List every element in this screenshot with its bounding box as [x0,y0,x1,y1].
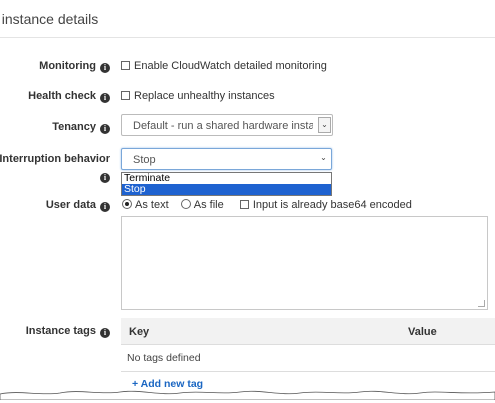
user-data-options: As text As file Input is already base64 … [122,199,412,211]
base64-checkbox[interactable] [239,200,249,209]
dropdown-option-stop[interactable]: Stop [122,184,331,195]
chevron-down-icon[interactable]: ⌄ [317,151,330,167]
info-icon[interactable]: i [100,202,110,212]
dropdown-option-terminate[interactable]: Terminate [122,173,331,184]
user-data-label: User data i [46,199,110,212]
tenancy-select[interactable]: Default - run a shared hardware instance… [121,114,333,136]
user-data-textarea[interactable] [121,216,488,310]
monitoring-checkbox-label: Enable CloudWatch detailed monitoring [134,60,327,72]
interruption-select-value: Stop [133,154,156,166]
info-icon[interactable]: i [100,93,110,103]
chevron-down-icon[interactable]: ⌄ [318,117,331,133]
section-header: t instance details [0,0,495,38]
section-title: t instance details [0,11,99,27]
health-check-checkbox[interactable] [121,91,130,100]
base64-label: Input is already base64 encoded [252,199,412,211]
interruption-dropdown-list[interactable]: Terminate Stop [121,172,332,196]
tenancy-select-value: Default - run a shared hardware instance [133,120,313,132]
torn-edge-bottom [0,390,495,400]
interruption-select[interactable]: Stop ⌄ [121,148,332,170]
health-check-checkbox-row[interactable]: Replace unhealthy instances [121,90,275,102]
info-icon[interactable]: i [100,328,110,338]
monitoring-checkbox-row[interactable]: Enable CloudWatch detailed monitoring [121,60,327,72]
column-header-value: Value [408,326,437,338]
tags-empty-text: No tags defined [127,352,201,364]
instance-tags-label: Instance tags i [26,325,110,338]
info-icon[interactable]: i [100,124,110,134]
interruption-label: Interruption behavior [0,153,110,165]
health-check-label: Health check i [28,90,110,103]
as-text-radio[interactable] [122,199,132,209]
info-icon[interactable]: i [100,63,110,73]
monitoring-checkbox[interactable] [121,61,130,70]
interruption-info: i [96,170,110,183]
resize-grip-icon[interactable] [478,300,485,307]
as-file-label: As file [193,199,224,211]
health-check-checkbox-label: Replace unhealthy instances [134,90,275,102]
column-header-key: Key [129,326,150,338]
tenancy-label: Tenancy i [52,121,110,134]
monitoring-label: Monitoring i [39,60,110,73]
tags-table-header: Key Value [121,318,495,345]
info-icon[interactable]: i [100,173,110,183]
as-file-radio[interactable] [180,199,191,209]
as-text-label: As text [135,199,169,211]
tags-empty-row: No tags defined [121,345,495,372]
